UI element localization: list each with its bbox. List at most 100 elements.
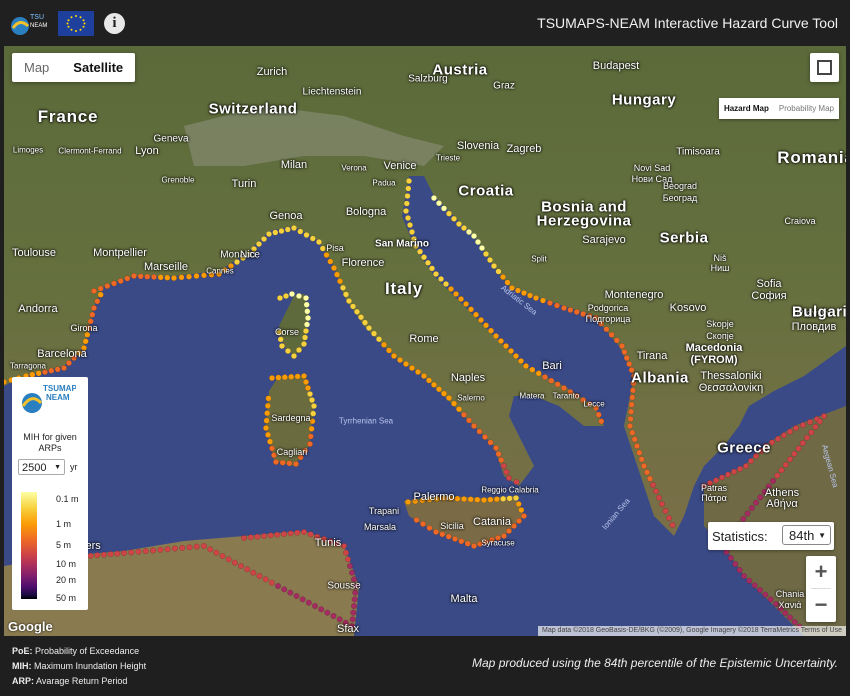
hazard-point[interactable] — [402, 207, 410, 215]
hazard-point[interactable] — [303, 301, 310, 308]
hazard-point[interactable] — [405, 185, 412, 192]
hazard-point[interactable] — [765, 483, 772, 490]
hazard-point[interactable] — [520, 512, 528, 520]
hazard-point[interactable] — [87, 552, 94, 559]
hazard-point[interactable] — [342, 291, 350, 298]
hazard-point[interactable] — [385, 347, 393, 354]
hazard-point[interactable] — [631, 436, 638, 443]
hazard-point[interactable] — [630, 380, 637, 387]
hazard-point[interactable] — [254, 533, 261, 540]
hazard-point[interactable] — [279, 459, 286, 466]
hazard-point[interactable] — [640, 462, 648, 470]
hazard-point[interactable] — [304, 308, 311, 315]
hazard-point[interactable] — [150, 273, 158, 281]
hazard-point[interactable] — [410, 235, 418, 243]
hazard-point[interactable] — [481, 433, 489, 441]
hazard-point[interactable] — [746, 577, 753, 584]
hazard-point[interactable] — [792, 424, 800, 432]
hazard-point[interactable] — [487, 439, 494, 446]
hazard-point[interactable] — [712, 477, 720, 484]
hazard-point[interactable] — [308, 396, 316, 404]
hazard-point[interactable] — [41, 368, 49, 376]
hazard-point[interactable] — [260, 235, 268, 243]
hazard-point[interactable] — [756, 586, 764, 594]
hazard-point[interactable] — [736, 465, 744, 472]
hazard-point[interactable] — [94, 552, 101, 559]
hazard-point[interactable] — [124, 275, 131, 282]
hazard-point[interactable] — [507, 347, 515, 355]
hazard-point[interactable] — [752, 452, 760, 460]
hazard-point[interactable] — [300, 528, 308, 536]
hazard-point[interactable] — [769, 477, 777, 485]
hazard-point[interactable] — [500, 495, 507, 502]
hazard-point[interactable] — [405, 177, 413, 185]
hazard-point[interactable] — [135, 548, 142, 555]
hazard-point[interactable] — [256, 572, 263, 580]
hazard-point[interactable] — [75, 349, 83, 357]
hazard-point[interactable] — [330, 612, 337, 620]
hazard-point[interactable] — [498, 456, 505, 464]
hazard-point[interactable] — [433, 495, 440, 502]
hazard-point[interactable] — [460, 224, 468, 232]
hazard-point[interactable] — [306, 440, 314, 448]
hazard-point[interactable] — [658, 500, 666, 508]
hazard-point[interactable] — [560, 384, 568, 392]
hazard-point[interactable] — [276, 294, 284, 302]
hazard-point[interactable] — [493, 496, 500, 503]
hazard-point[interactable] — [467, 496, 474, 503]
hazard-point[interactable] — [164, 546, 171, 553]
hazard-point[interactable] — [512, 494, 520, 502]
hazard-point[interactable] — [439, 531, 446, 538]
hazard-point[interactable] — [420, 372, 428, 380]
hazard-point[interactable] — [266, 438, 274, 445]
hazard-point[interactable] — [250, 569, 257, 576]
hazard-point[interactable] — [505, 474, 513, 482]
hazard-point[interactable] — [502, 342, 510, 350]
hazard-point[interactable] — [318, 606, 325, 613]
hazard-point[interactable] — [231, 559, 238, 566]
hazard-point[interactable] — [144, 273, 151, 280]
hazard-point[interactable] — [751, 582, 758, 589]
hazard-point[interactable] — [157, 274, 164, 281]
hazard-point[interactable] — [327, 258, 334, 265]
hazard-point[interactable] — [646, 475, 654, 482]
hazard-point[interactable] — [336, 278, 344, 285]
hazard-point[interactable] — [503, 468, 510, 476]
hazard-point[interactable] — [290, 352, 298, 360]
hazard-point[interactable] — [747, 457, 755, 465]
hazard-point[interactable] — [278, 342, 286, 350]
hazard-point[interactable] — [225, 556, 232, 563]
hazard-point[interactable] — [638, 456, 645, 463]
hazard-point[interactable] — [277, 336, 284, 343]
hazard-point[interactable] — [309, 418, 316, 425]
hazard-point[interactable] — [425, 377, 433, 384]
hazard-point[interactable] — [239, 254, 247, 262]
hazard-point[interactable] — [477, 316, 485, 324]
hazard-point[interactable] — [629, 387, 636, 394]
hazard-point[interactable] — [665, 514, 673, 522]
hazard-point[interactable] — [560, 304, 568, 312]
hazard-point[interactable] — [219, 552, 226, 560]
hazard-point[interactable] — [510, 522, 518, 530]
hazard-point[interactable] — [451, 535, 459, 543]
hazard-point[interactable] — [706, 480, 714, 487]
hazard-point[interactable] — [488, 536, 496, 544]
hazard-point[interactable] — [305, 599, 312, 606]
hazard-point[interactable] — [460, 411, 468, 418]
hazard-point[interactable] — [424, 259, 432, 266]
hazard-point[interactable] — [718, 474, 726, 481]
hazard-point[interactable] — [342, 619, 349, 626]
hazard-point[interactable] — [308, 425, 315, 432]
hazard-point[interactable] — [780, 432, 788, 439]
hazard-point[interactable] — [408, 228, 416, 236]
hazard-point[interactable] — [458, 538, 465, 545]
hazard-point[interactable] — [515, 500, 522, 508]
hazard-point[interactable] — [782, 461, 789, 468]
hazard-point[interactable] — [142, 548, 149, 555]
hazard-point[interactable] — [150, 547, 157, 554]
hazard-point[interactable] — [310, 402, 318, 410]
hazard-point[interactable] — [492, 332, 500, 340]
hazard-point[interactable] — [179, 544, 186, 551]
hazard-point[interactable] — [309, 235, 316, 242]
hazard-point[interactable] — [265, 230, 273, 238]
